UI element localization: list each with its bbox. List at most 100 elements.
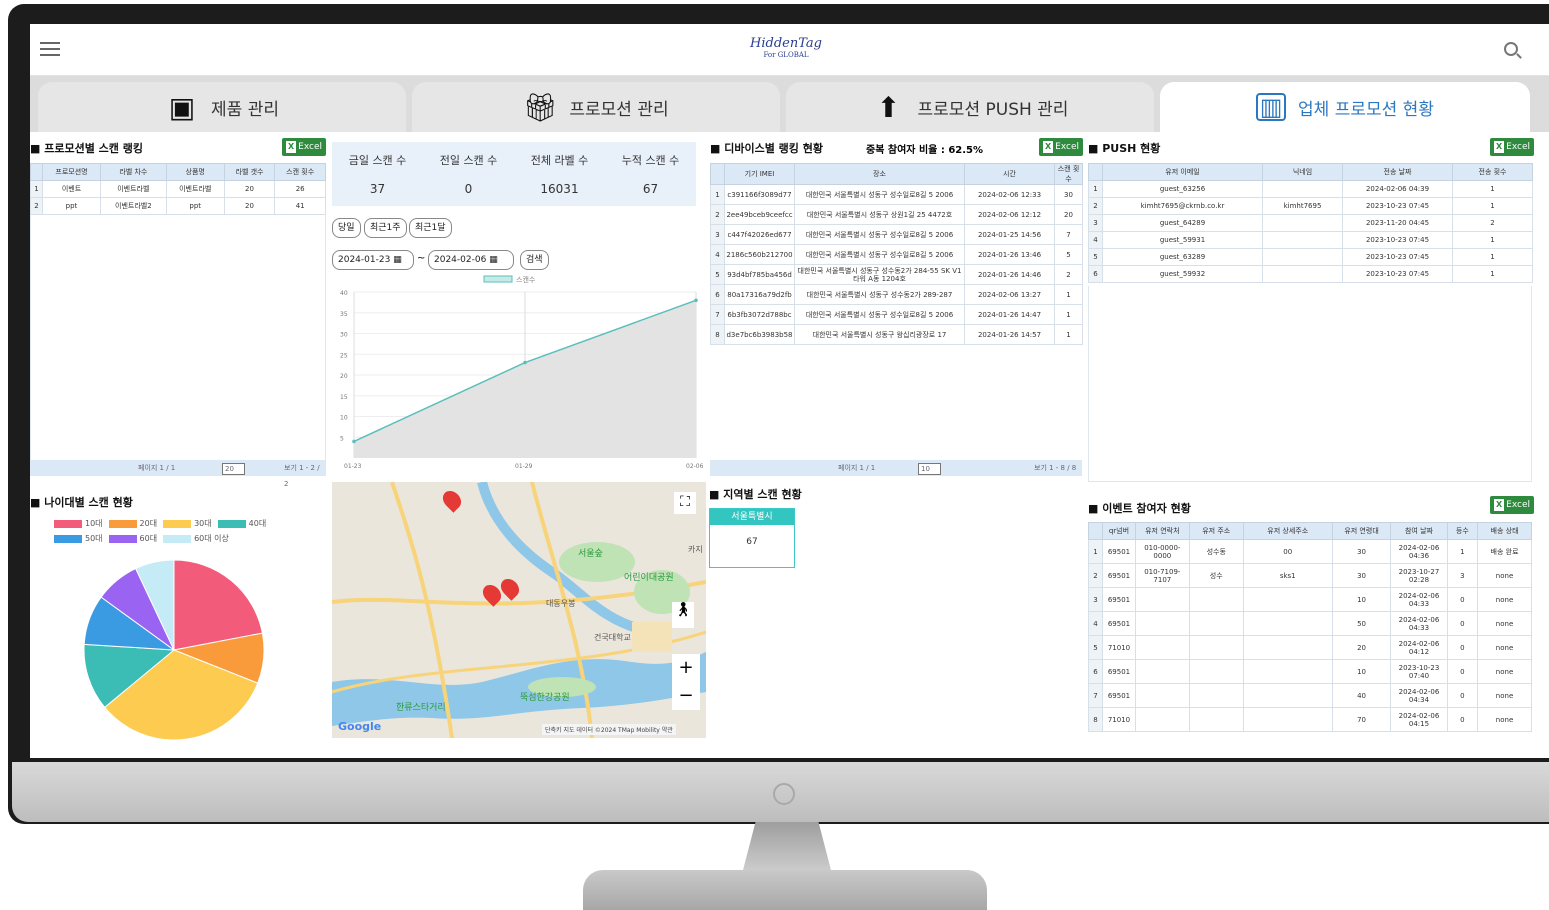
column-header[interactable]: 유저 연령대 [1331,522,1392,540]
column-header[interactable] [1087,522,1104,540]
table-row[interactable]: 2 2ee49bceb9ceefcc 대한민국 서울특별시 성동구 상원1길 25 … [710,204,1083,225]
column-header[interactable]: qr넘버 [1102,522,1136,540]
zoom-controls: + − [672,654,700,710]
page-size-select[interactable]: 10 [918,463,941,475]
column-header[interactable]: 등수 [1446,522,1479,540]
zoom-out-button[interactable]: − [672,682,700,710]
search-button[interactable]: 검색 [520,250,549,270]
push-excel-button[interactable]: X Excel [1490,138,1535,156]
legend-item[interactable]: 40대 [217,518,266,529]
legend-item[interactable]: 60대 이상 [163,533,229,544]
table-row[interactable]: 3 69501 10 2024-02-06 04:33 0 none [1087,587,1532,612]
table-row[interactable]: 8 71010 70 2024-02-06 04:15 0 none [1087,707,1532,732]
table-row[interactable]: 3 guest_64289 2023-11-20 04:45 2 [1088,214,1533,232]
search-icon[interactable] [1504,42,1518,56]
fullscreen-icon[interactable]: ⛶ [674,492,696,514]
table-row[interactable]: 2 69501 010-7109-7107 성수 sks1 30 2023-10-27 02… [1087,563,1532,588]
event-excel-button[interactable]: X Excel [1490,496,1535,514]
column-header[interactable]: 라벨 갯수 [223,163,276,181]
table-cell: guest_64289 [1102,214,1263,232]
column-header[interactable] [1088,163,1103,181]
street-view-icon[interactable]: 🚶︎ [672,602,694,628]
table-cell [1188,683,1244,708]
column-header[interactable] [30,163,43,181]
y-tick-label: 20 [340,373,348,380]
table-row[interactable]: 5 guest_63289 2023-10-23 07:45 1 [1088,248,1533,266]
table-cell: c447f42026ed677 [724,224,795,245]
column-header[interactable]: 전송 날짜 [1342,163,1453,181]
column-header[interactable]: 유저 이메일 [1102,163,1263,181]
table-cell: 2023-10-23 07:45 [1342,231,1453,249]
table-row[interactable]: 7 69501 40 2024-02-06 04:34 0 none [1087,683,1532,708]
table-row[interactable]: 3 c447f42026ed677 대한민국 서울특별시 성동구 성수일로8길 5 … [710,224,1083,245]
date-to-input[interactable]: 2024-02-06 ▦ [428,250,514,270]
legend-item[interactable]: 50대 [54,533,103,544]
column-header[interactable]: 장소 [794,163,965,185]
tab-product[interactable]: ▣ 제품 관리 [38,82,406,132]
table-row[interactable]: 4 guest_59931 2023-10-23 07:45 1 [1088,231,1533,249]
table-row[interactable]: 1 이벤트 이벤트라벨 이벤트라벨 20 26 [30,180,326,198]
column-header[interactable]: 닉네임 [1262,163,1343,181]
filter-month-button[interactable]: 최근1달 [409,218,452,238]
y-tick-label: 30 [340,332,348,339]
column-header[interactable] [710,163,725,185]
table-row[interactable]: 6 guest_59932 2023-10-23 07:45 1 [1088,265,1533,283]
legend-item[interactable]: 60대 [108,533,157,544]
hamburger-menu-icon[interactable] [40,42,60,56]
table-row[interactable]: 1 guest_63256 2024-02-06 04:39 1 [1088,180,1533,198]
zoom-in-button[interactable]: + [672,654,700,682]
filter-week-button[interactable]: 최근1주 [364,218,407,238]
column-header[interactable]: 스캔 횟수 [1054,163,1083,185]
table-row[interactable]: 5 71010 20 2024-02-06 04:12 0 none [1087,635,1532,660]
column-header[interactable]: 유저 주소 [1188,522,1244,540]
table-row[interactable]: 4 2186c560b212700 대한민국 서울특별시 성동구 성수일로8길 5 … [710,244,1083,265]
table-cell: 2 [1054,264,1083,285]
table-cell [1134,587,1190,612]
table-row[interactable]: 1 c391166f3089d77 대한민국 서울특별시 성동구 성수일로8길 5 … [710,184,1083,205]
table-row[interactable]: 6 69501 10 2023-10-23 07:40 0 none [1087,659,1532,684]
table-cell [1262,265,1343,283]
table-row[interactable]: 8 d3e7bc6b3983b58 대한민국 서울특별시 성동구 왕십리광장로 17… [710,324,1083,345]
table-cell: 1 [1452,248,1533,266]
tab-company-promotion[interactable]: ▥ 업체 프로모션 현황 [1160,82,1530,132]
column-header[interactable]: 유저 연락처 [1134,522,1190,540]
app-logo[interactable]: HiddenTag For GLOBAL [738,36,834,66]
table-row[interactable]: 4 69501 50 2024-02-06 04:33 0 none [1087,611,1532,636]
column-header[interactable]: 유저 상세주소 [1242,522,1333,540]
device-ranking-title: 디바이스별 랭킹 현황 [710,140,823,156]
column-header[interactable]: 프로모션명 [42,163,101,181]
promo-excel-button[interactable]: X Excel [282,138,327,156]
page-size-select[interactable]: 20 [222,463,245,475]
table-cell: 2186c560b212700 [724,244,795,265]
table-cell: 이벤트라벨 [165,180,225,198]
column-header[interactable]: 기기 IMEI [724,163,795,185]
date-from-value: 2024-01-23 [338,255,391,265]
tab-promotion-push[interactable]: ⬆ 프로모션 PUSH 관리 [786,82,1154,132]
column-header[interactable]: 스캔 횟수 [274,163,326,181]
table-cell: 1 [1452,231,1533,249]
device-excel-button[interactable]: X Excel [1039,138,1084,156]
legend-item[interactable]: 10대 [54,518,103,529]
table-cell: 0 [1446,587,1479,612]
column-header[interactable]: 배송 상태 [1477,522,1532,540]
table-row[interactable]: 1 69501 010-0000-0000 성수동 00 30 2024-02-06 04:… [1087,539,1532,564]
table-row[interactable]: 7 6b3fb3072d788bc 대한민국 서울특별시 성동구 성수일로8길 5 … [710,304,1083,325]
region-scan-title: 지역별 스캔 현황 [709,486,802,502]
table-row[interactable]: 2 kimht7695@ckrnb.co.kr kimht7695 2023-10-2… [1088,197,1533,215]
date-from-input[interactable]: 2024-01-23 ▦ [332,250,414,270]
location-map[interactable]: 서울숲 어린이대공원 뚝섬한강공원 건국대학교 한류스타거리 대동우봉 카지 ⛶… [332,482,706,738]
legend-item[interactable]: 30대 [163,518,212,529]
column-header[interactable]: 전송 횟수 [1452,163,1533,181]
table-row[interactable]: 5 93d4bf785ba456d 대한민국 서울특별시 성동구 성수동2가 284… [710,264,1083,285]
column-header[interactable]: 참여 날짜 [1390,522,1448,540]
device-pager: 페이지 1 / 1 10 보기 1 - 8 / 8 [710,460,1082,476]
table-row[interactable]: 2 ppt 이벤트라벨2 ppt 20 41 [30,197,326,215]
column-header[interactable]: 상품명 [165,163,225,181]
tab-promotion[interactable]: 🎁︎ 프로모션 관리 [412,82,780,132]
legend-item[interactable]: 20대 [108,518,157,529]
top-bar: HiddenTag For GLOBAL [30,24,1549,76]
filter-today-button[interactable]: 당일 [332,218,361,238]
column-header[interactable]: 라벨 차수 [99,163,167,181]
column-header[interactable]: 시간 [964,163,1055,185]
table-row[interactable]: 6 80a17316a79d2fb 대한민국 서울특별시 성동구 성수동2가 289… [710,284,1083,305]
